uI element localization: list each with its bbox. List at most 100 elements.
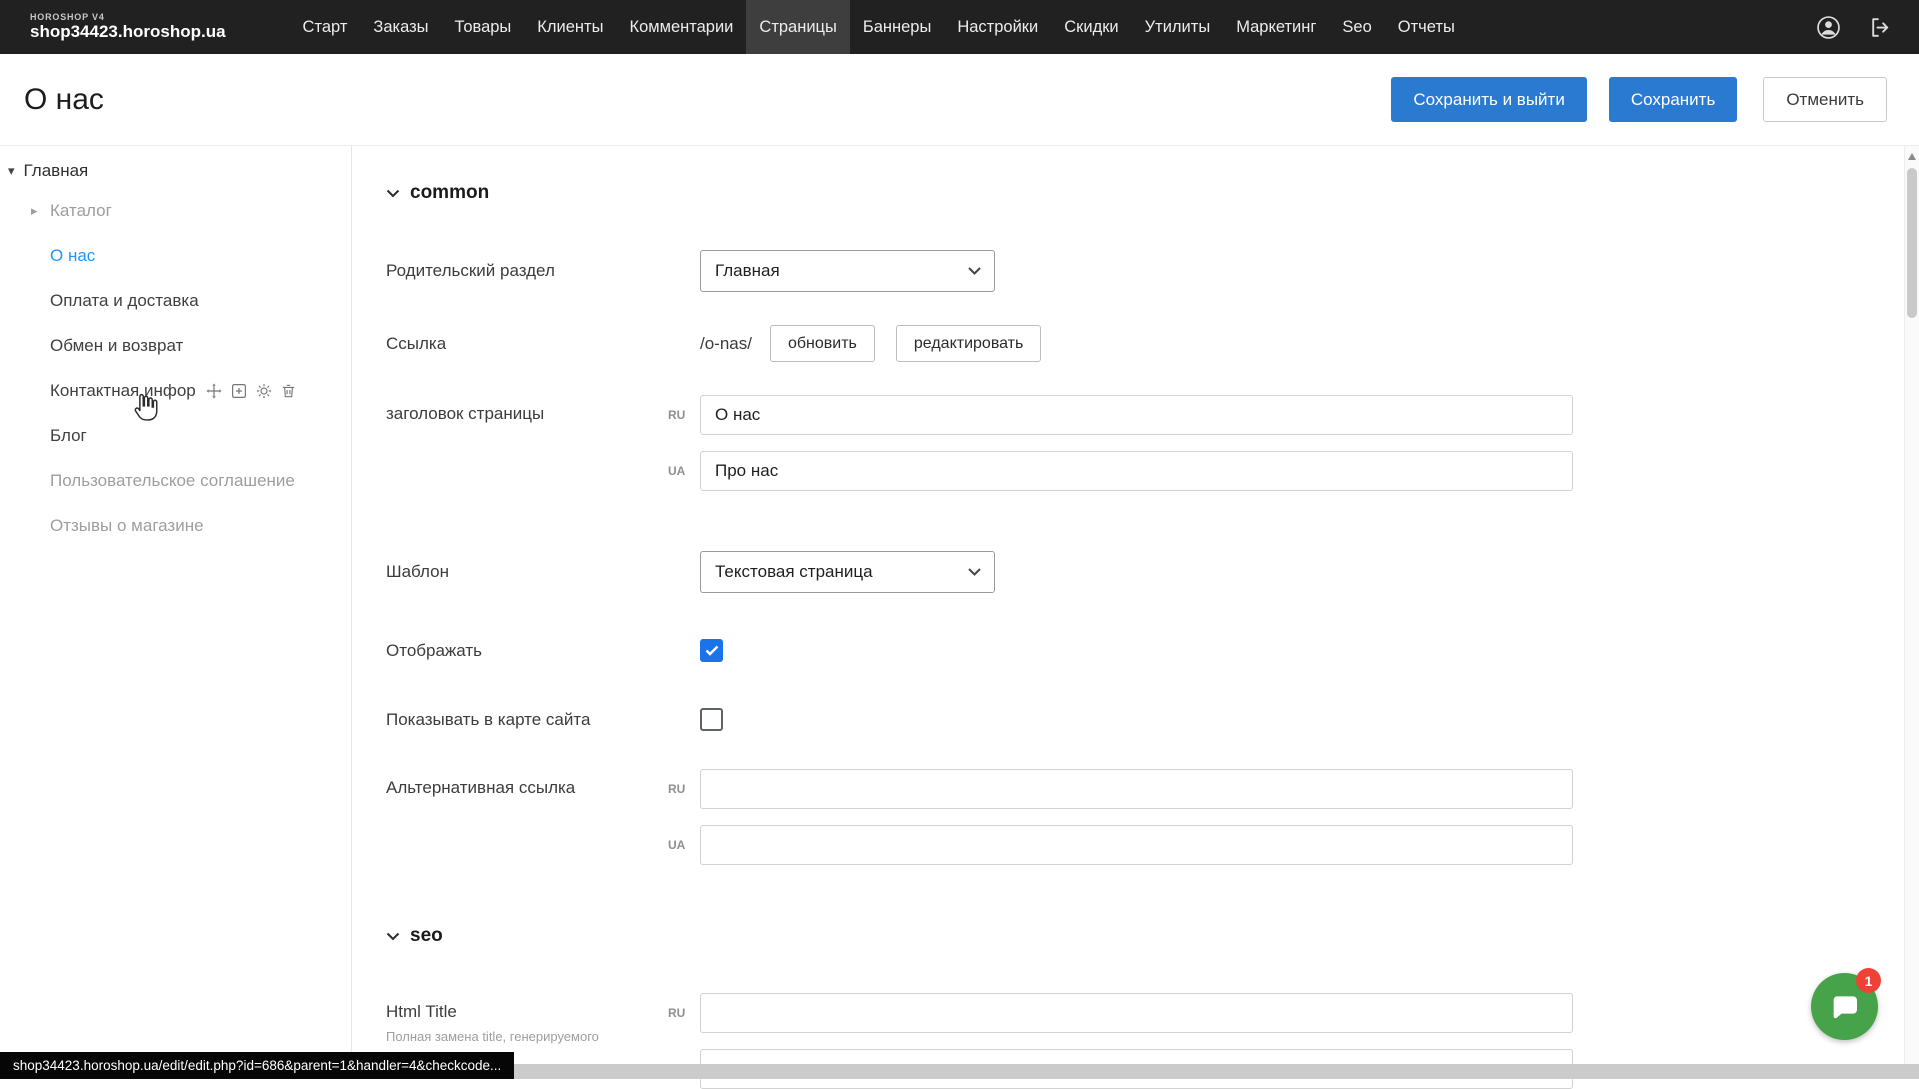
tree-item-label: Пользовательское соглашение (50, 471, 295, 491)
content: ▾ Главная ▸ Каталог О нас Оплата и доста… (0, 145, 1919, 1079)
page-edit-form: common Родительский раздел Главная Ссылк… (352, 146, 1919, 1079)
tree-item-actions (205, 382, 297, 400)
tree-item-contact-info[interactable]: Контактная инфор (0, 368, 351, 413)
topbar: HOROSHOP V4 shop34423.horoshop.ua Старт … (0, 0, 1919, 54)
lang-tag-ua: UA (668, 464, 685, 478)
multilang-stack: RU UA (668, 769, 1573, 865)
menu-item-clients[interactable]: Клиенты (524, 0, 616, 54)
chevron-down-icon (968, 267, 981, 275)
field-label: Показывать в карте сайта (386, 710, 668, 730)
lang-tag-ru: RU (668, 782, 685, 796)
menu-item-utilities[interactable]: Утилиты (1132, 0, 1224, 54)
tree-item-label: Обмен и возврат (50, 336, 183, 356)
tree-item-label: Оплата и доставка (50, 291, 199, 311)
sitemap-checkbox[interactable] (700, 708, 723, 731)
tree-item-blog[interactable]: Блог (0, 413, 351, 458)
save-button[interactable]: Сохранить (1609, 77, 1737, 122)
menu-item-settings[interactable]: Настройки (944, 0, 1051, 54)
select-value: Главная (715, 261, 968, 281)
menu-item-start[interactable]: Старт (290, 0, 361, 54)
brand-version: HOROSHOP V4 (30, 12, 226, 22)
user-account-icon[interactable] (1815, 14, 1842, 41)
chevron-down-icon (968, 568, 981, 576)
chevron-down-icon: ▾ (8, 163, 15, 179)
brand-domain: shop34423.horoshop.ua (30, 22, 226, 42)
cancel-button[interactable]: Отменить (1763, 77, 1887, 122)
menu-item-comments[interactable]: Комментарии (616, 0, 746, 54)
tree-item-label: Контактная инфор (50, 381, 196, 401)
link-refresh-button[interactable]: обновить (770, 325, 875, 362)
link-path-value: /o-nas/ (700, 334, 752, 354)
section-title: common (410, 182, 489, 204)
gear-icon[interactable] (255, 382, 273, 400)
tree-item-store-reviews[interactable]: Отзывы о магазине (0, 503, 351, 548)
chevron-down-icon (386, 932, 400, 941)
menu-item-reports[interactable]: Отчеты (1385, 0, 1468, 54)
parent-section-select[interactable]: Главная (700, 250, 995, 292)
tree-item-payment-delivery[interactable]: Оплата и доставка (0, 278, 351, 323)
lang-tag-ru: RU (668, 408, 685, 422)
field-label: Альтернативная ссылка (386, 769, 668, 798)
menu-item-orders[interactable]: Заказы (360, 0, 441, 54)
vertical-scrollbar[interactable] (1904, 146, 1919, 1079)
page-title-ua-input[interactable] (700, 451, 1573, 491)
tree-item-label: О нас (50, 246, 95, 266)
menu-item-products[interactable]: Товары (442, 0, 525, 54)
trash-icon[interactable] (280, 382, 297, 400)
tree-item-exchange-return[interactable]: Обмен и возврат (0, 323, 351, 368)
link-edit-button[interactable]: редактировать (896, 325, 1041, 362)
logout-icon[interactable] (1868, 15, 1893, 40)
section-title: seo (410, 925, 443, 947)
browser-status-url: shop34423.horoshop.ua/edit/edit.php?id=6… (0, 1052, 514, 1079)
form-row-sitemap: Показывать в карте сайта (386, 708, 1919, 731)
select-value: Текстовая страница (715, 562, 968, 582)
form-row-template: Шаблон Текстовая страница (386, 551, 1919, 593)
chevron-down-icon (386, 189, 400, 198)
menu-item-banners[interactable]: Баннеры (850, 0, 944, 54)
chat-widget-button[interactable]: 1 (1811, 973, 1878, 1040)
check-icon (705, 645, 719, 656)
template-select[interactable]: Текстовая страница (700, 551, 995, 593)
multilang-stack: RU UA (668, 395, 1573, 491)
html-title-ru-input[interactable] (700, 993, 1573, 1033)
form-row-display: Отображать (386, 639, 1919, 662)
lang-tag-ua: UA (668, 838, 685, 852)
brand[interactable]: HOROSHOP V4 shop34423.horoshop.ua (30, 12, 226, 42)
form-row-parent-section: Родительский раздел Главная (386, 250, 1919, 292)
scroll-up-arrow-icon[interactable] (1908, 153, 1916, 160)
tree-item-home[interactable]: ▾ Главная (0, 154, 351, 188)
tree-item-catalog[interactable]: ▸ Каталог (0, 188, 351, 233)
menu-item-marketing[interactable]: Маркетинг (1223, 0, 1329, 54)
add-page-icon[interactable] (230, 382, 248, 400)
page-title-ru-input[interactable] (700, 395, 1573, 435)
alt-link-ru-input[interactable] (700, 769, 1573, 809)
form-row-page-title: заголовок страницы RU UA (386, 395, 1919, 491)
field-hint: Полная замена title, генерируемого (386, 1029, 668, 1045)
tree-item-label: Каталог (50, 201, 112, 221)
tree-item-user-agreement[interactable]: Пользовательское соглашение (0, 458, 351, 503)
menu-item-seo[interactable]: Seo (1329, 0, 1384, 54)
tree-item-label: Отзывы о магазине (50, 516, 204, 536)
scrollbar-thumb[interactable] (1907, 168, 1917, 318)
field-label-block: Html Title Полная замена title, генериру… (386, 993, 668, 1045)
display-checkbox[interactable] (700, 639, 723, 662)
field-label: Шаблон (386, 562, 668, 582)
chat-bubble-icon (1829, 991, 1861, 1023)
chevron-right-icon: ▸ (31, 203, 38, 219)
tree-item-about[interactable]: О нас (0, 233, 351, 278)
menu-item-discounts[interactable]: Скидки (1051, 0, 1131, 54)
form-row-link: Ссылка /o-nas/ обновить редактировать (386, 325, 1919, 362)
topbar-right (1815, 14, 1893, 41)
page-title: О нас (24, 83, 104, 117)
form-row-alt-link: Альтернативная ссылка RU UA (386, 769, 1919, 865)
alt-link-ua-input[interactable] (700, 825, 1573, 865)
lang-tag-ru: RU (668, 1006, 685, 1020)
field-label: Отображать (386, 641, 668, 661)
field-label: Ссылка (386, 334, 668, 354)
menu-item-pages[interactable]: Страницы (746, 0, 849, 54)
section-seo-toggle[interactable]: seo (386, 923, 1919, 949)
field-label: заголовок страницы (386, 395, 668, 424)
move-icon[interactable] (205, 382, 223, 400)
save-and-exit-button[interactable]: Сохранить и выйти (1391, 77, 1586, 122)
section-common-toggle[interactable]: common (386, 180, 1919, 206)
